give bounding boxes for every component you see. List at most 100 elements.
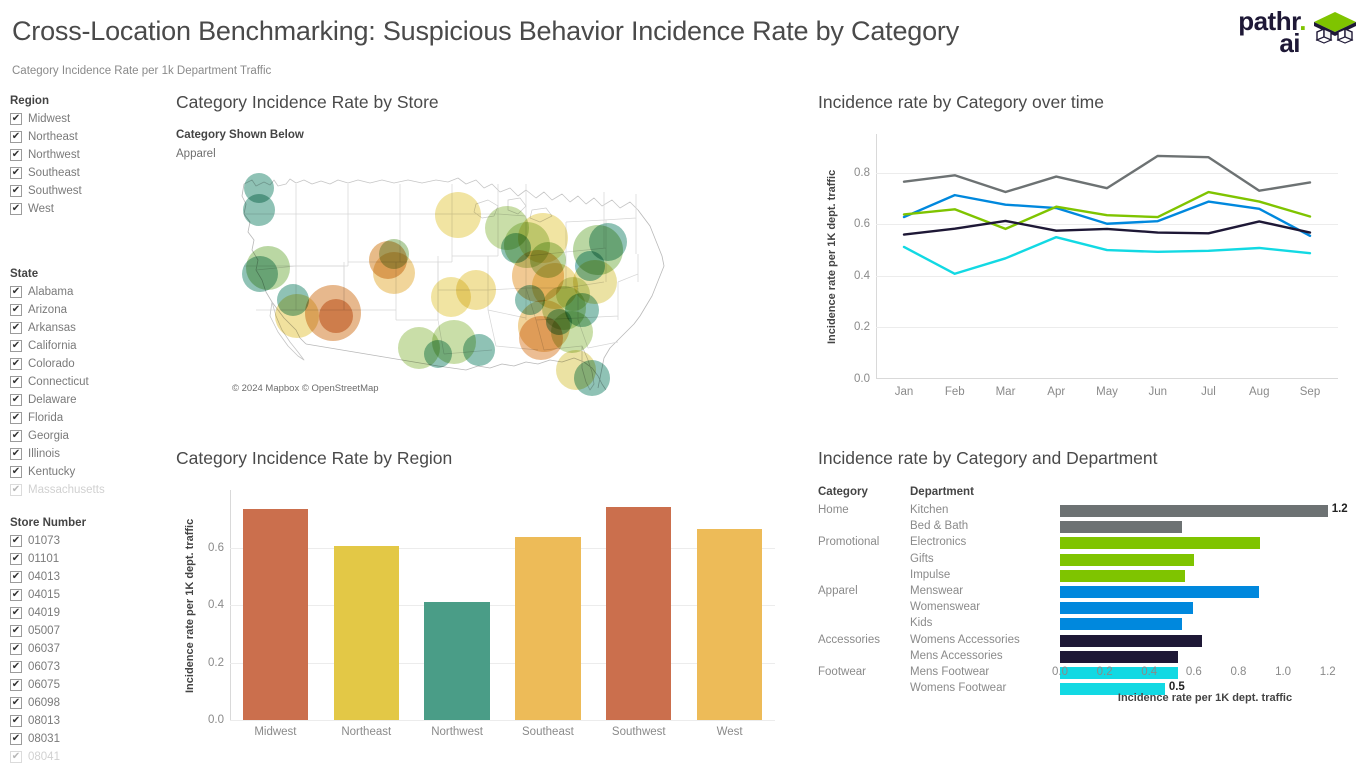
checkbox-checked-icon[interactable]: ✔ bbox=[10, 113, 22, 125]
department-bar[interactable] bbox=[1060, 521, 1182, 534]
department-bar[interactable] bbox=[1060, 585, 1259, 598]
department-bar[interactable] bbox=[1060, 618, 1182, 631]
checkbox-checked-icon[interactable]: ✔ bbox=[10, 358, 22, 370]
filter-store-number-item[interactable]: ✔ 01073 bbox=[10, 532, 170, 550]
filter-store-number-item[interactable]: ✔ 06098 bbox=[10, 694, 170, 712]
checkbox-checked-icon[interactable]: ✔ bbox=[10, 376, 22, 388]
filter-state-item[interactable]: ✔ Massachusetts bbox=[10, 481, 170, 499]
checkbox-checked-icon[interactable]: ✔ bbox=[10, 751, 22, 763]
filter-region-item[interactable]: ✔ Midwest bbox=[10, 110, 170, 128]
filter-region-item[interactable]: ✔ Northwest bbox=[10, 146, 170, 164]
checkbox-checked-icon[interactable]: ✔ bbox=[10, 167, 22, 179]
line-series-home[interactable] bbox=[902, 154, 1312, 194]
filter-store-number-label: 06037 bbox=[28, 643, 60, 655]
filter-state-item[interactable]: ✔ Delaware bbox=[10, 391, 170, 409]
checkbox-checked-icon[interactable]: ✔ bbox=[10, 322, 22, 334]
line-chart-series[interactable] bbox=[876, 134, 1338, 379]
checkbox-checked-icon[interactable]: ✔ bbox=[10, 679, 22, 691]
filter-state-list[interactable]: ✔ Alabama ✔ Arizona ✔ Arkansas ✔ California ✔ Col… bbox=[10, 283, 170, 499]
region-bar[interactable] bbox=[242, 508, 309, 720]
filter-store-number-item[interactable]: ✔ 06073 bbox=[10, 658, 170, 676]
filter-state-item[interactable]: ✔ Illinois bbox=[10, 445, 170, 463]
department-bar[interactable] bbox=[1060, 505, 1328, 517]
filter-store-number-item[interactable]: ✔ 04019 bbox=[10, 604, 170, 622]
checkbox-checked-icon[interactable]: ✔ bbox=[10, 430, 22, 442]
checkbox-checked-icon[interactable]: ✔ bbox=[10, 131, 22, 143]
checkbox-checked-icon[interactable]: ✔ bbox=[10, 484, 22, 496]
filter-region-list[interactable]: ✔ Midwest ✔ Northeast ✔ Northwest ✔ Southeast ✔ S… bbox=[10, 110, 170, 218]
checkbox-checked-icon[interactable]: ✔ bbox=[10, 394, 22, 406]
filter-store-number-item[interactable]: ✔ 08031 bbox=[10, 730, 170, 748]
department-bar[interactable] bbox=[1060, 569, 1185, 582]
checkbox-checked-icon[interactable]: ✔ bbox=[10, 553, 22, 565]
region-bar[interactable] bbox=[515, 537, 581, 720]
filter-store-number-list[interactable]: ✔ 01073 ✔ 01101 ✔ 04013 ✔ 04015 ✔ 04019 ✔ 05007 ✔ 060… bbox=[10, 532, 170, 766]
filter-region-item[interactable]: ✔ Southeast bbox=[10, 164, 170, 182]
filter-region-item[interactable]: ✔ Northeast bbox=[10, 128, 170, 146]
map-store-bubble[interactable] bbox=[379, 239, 409, 269]
checkbox-checked-icon[interactable]: ✔ bbox=[10, 643, 22, 655]
filter-region-item[interactable]: ✔ West bbox=[10, 200, 170, 218]
checkbox-checked-icon[interactable]: ✔ bbox=[10, 203, 22, 215]
line-series-footwear[interactable] bbox=[902, 235, 1312, 275]
checkbox-checked-icon[interactable]: ✔ bbox=[10, 448, 22, 460]
filter-state-item[interactable]: ✔ Arizona bbox=[10, 301, 170, 319]
store-map[interactable]: © 2024 Mapbox © OpenStreetMap bbox=[226, 170, 766, 400]
filter-state-item[interactable]: ✔ Georgia bbox=[10, 427, 170, 445]
filter-store-number-label: 04013 bbox=[28, 571, 60, 583]
filter-state-item[interactable]: ✔ Florida bbox=[10, 409, 170, 427]
map-store-bubble[interactable] bbox=[424, 340, 452, 368]
checkbox-checked-icon[interactable]: ✔ bbox=[10, 286, 22, 298]
filter-store-number-item[interactable]: ✔ 05007 bbox=[10, 622, 170, 640]
filter-store-number-item[interactable]: ✔ 06037 bbox=[10, 640, 170, 658]
map-store-bubble[interactable] bbox=[574, 360, 610, 396]
department-bar[interactable] bbox=[1060, 553, 1194, 566]
department-bar[interactable] bbox=[1060, 537, 1260, 550]
department-bar[interactable] bbox=[1060, 650, 1179, 663]
checkbox-checked-icon[interactable]: ✔ bbox=[10, 535, 22, 547]
region-bar[interactable] bbox=[606, 507, 672, 720]
map-store-bubble[interactable] bbox=[435, 192, 481, 238]
checkbox-checked-icon[interactable]: ✔ bbox=[10, 185, 22, 197]
region-bar[interactable] bbox=[424, 602, 490, 720]
checkbox-checked-icon[interactable]: ✔ bbox=[10, 661, 22, 673]
filter-state-item[interactable]: ✔ Connecticut bbox=[10, 373, 170, 391]
filter-store-number-item[interactable]: ✔ 04015 bbox=[10, 586, 170, 604]
checkbox-checked-icon[interactable]: ✔ bbox=[10, 304, 22, 316]
map-store-bubble[interactable] bbox=[589, 223, 627, 261]
filter-state-item[interactable]: ✔ Alabama bbox=[10, 283, 170, 301]
filter-store-number-item[interactable]: ✔ 01101 bbox=[10, 550, 170, 568]
line-chart-x-tick-label: Mar bbox=[995, 386, 1016, 398]
checkbox-checked-icon[interactable]: ✔ bbox=[10, 589, 22, 601]
checkbox-checked-icon[interactable]: ✔ bbox=[10, 733, 22, 745]
checkbox-checked-icon[interactable]: ✔ bbox=[10, 340, 22, 352]
filter-store-number-item[interactable]: ✔ 08013 bbox=[10, 712, 170, 730]
checkbox-checked-icon[interactable]: ✔ bbox=[10, 466, 22, 478]
map-store-bubble[interactable] bbox=[551, 311, 593, 353]
filter-store-number-item[interactable]: ✔ 04013 bbox=[10, 568, 170, 586]
map-store-bubble[interactable] bbox=[242, 256, 278, 292]
region-bar[interactable] bbox=[696, 528, 763, 720]
checkbox-checked-icon[interactable]: ✔ bbox=[10, 412, 22, 424]
filter-store-number-item[interactable]: ✔ 06075 bbox=[10, 676, 170, 694]
region-bar[interactable] bbox=[333, 546, 399, 720]
map-store-bubble[interactable] bbox=[431, 277, 471, 317]
map-store-bubble[interactable] bbox=[319, 299, 353, 333]
department-row-department: Gifts bbox=[910, 552, 934, 565]
checkbox-checked-icon[interactable]: ✔ bbox=[10, 697, 22, 709]
department-bar[interactable] bbox=[1060, 602, 1193, 615]
filter-region-item[interactable]: ✔ Southwest bbox=[10, 182, 170, 200]
map-store-bubble[interactable] bbox=[243, 194, 275, 226]
filter-state-item[interactable]: ✔ Arkansas bbox=[10, 319, 170, 337]
filter-store-number-item[interactable]: ✔ 08041 bbox=[10, 748, 170, 766]
filter-state-item[interactable]: ✔ Colorado bbox=[10, 355, 170, 373]
filter-state-item[interactable]: ✔ California bbox=[10, 337, 170, 355]
checkbox-checked-icon[interactable]: ✔ bbox=[10, 607, 22, 619]
checkbox-checked-icon[interactable]: ✔ bbox=[10, 571, 22, 583]
department-bar[interactable] bbox=[1060, 634, 1202, 647]
checkbox-checked-icon[interactable]: ✔ bbox=[10, 715, 22, 727]
filter-state-item[interactable]: ✔ Kentucky bbox=[10, 463, 170, 481]
map-store-bubble[interactable] bbox=[463, 334, 495, 366]
checkbox-checked-icon[interactable]: ✔ bbox=[10, 625, 22, 637]
checkbox-checked-icon[interactable]: ✔ bbox=[10, 149, 22, 161]
